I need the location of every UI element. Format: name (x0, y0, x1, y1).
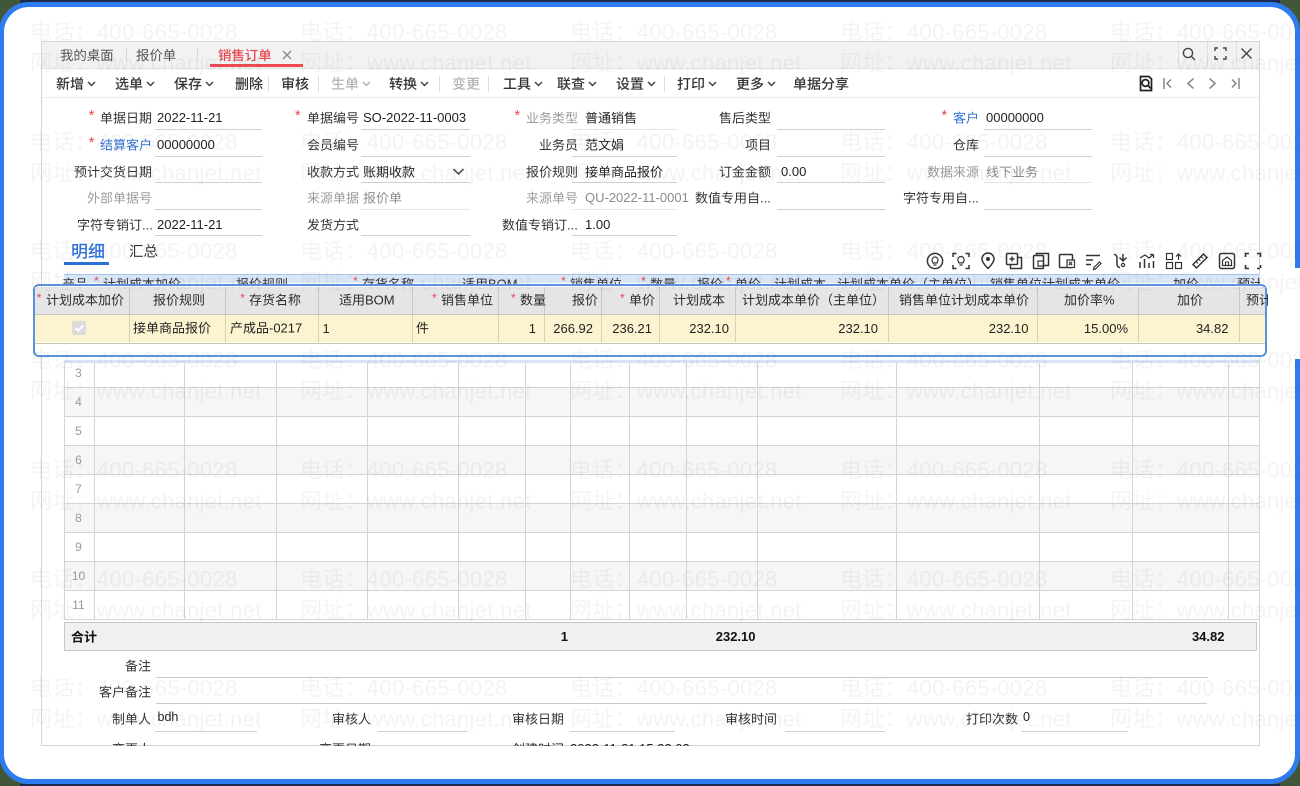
svg-text:www.chanjet.net: www.chanjet.net (1176, 51, 1300, 76)
svg-text:www.chanjet.net: www.chanjet.net (906, 51, 1072, 76)
svg-text:400-665-0028: 400-665-0028 (907, 129, 1048, 154)
svg-text:-0217: -0217 (269, 321, 302, 336)
svg-text:...: ... (142, 217, 153, 232)
svg-text:www.chanjet.net: www.chanjet.net (96, 597, 262, 622)
svg-text:400-665-0028: 400-665-0028 (367, 457, 508, 482)
svg-text:www.chanjet.net: www.chanjet.net (636, 269, 802, 294)
svg-text:400-665-0028: 400-665-0028 (907, 348, 1048, 373)
svg-text:400-665-0028: 400-665-0028 (637, 129, 778, 154)
svg-text:www.chanjet.net: www.chanjet.net (1176, 488, 1300, 513)
svg-text:www.chanjet.net: www.chanjet.net (96, 379, 262, 404)
svg-text:400-665-0028: 400-665-0028 (637, 566, 778, 591)
svg-text:400-665-0028: 400-665-0028 (1177, 457, 1300, 482)
svg-text:www.chanjet.net: www.chanjet.net (906, 379, 1072, 404)
svg-text:www.chanjet.net: www.chanjet.net (96, 269, 262, 294)
svg-text:www.chanjet.net: www.chanjet.net (1176, 597, 1300, 622)
svg-text:400-665-0028: 400-665-0028 (97, 457, 238, 482)
svg-text:www.chanjet.net: www.chanjet.net (906, 706, 1072, 731)
svg-text:www.chanjet.net: www.chanjet.net (1176, 269, 1300, 294)
svg-text:400-665-0028: 400-665-0028 (97, 348, 238, 373)
svg-text:400-665-0028: 400-665-0028 (637, 348, 778, 373)
svg-text:400-665-0028: 400-665-0028 (367, 348, 508, 373)
svg-text:400-665-0028: 400-665-0028 (907, 675, 1048, 700)
svg-text:400-665-0028: 400-665-0028 (1177, 566, 1300, 591)
svg-text:www.chanjet.net: www.chanjet.net (636, 488, 802, 513)
svg-text:400-665-0028: 400-665-0028 (637, 20, 778, 45)
svg-text:www.chanjet.net: www.chanjet.net (636, 597, 802, 622)
svg-text:www.chanjet.net: www.chanjet.net (636, 379, 802, 404)
svg-text:400-665-0028: 400-665-0028 (907, 457, 1048, 482)
svg-text:www.chanjet.net: www.chanjet.net (96, 706, 262, 731)
svg-text:400-665-0028: 400-665-0028 (367, 566, 508, 591)
svg-text:www.chanjet.net: www.chanjet.net (366, 706, 532, 731)
svg-text:www.chanjet.net: www.chanjet.net (366, 51, 532, 76)
svg-text:www.chanjet.net: www.chanjet.net (366, 379, 532, 404)
svg-text:400-665-0028: 400-665-0028 (97, 566, 238, 591)
svg-text:www.chanjet.net: www.chanjet.net (96, 488, 262, 513)
svg-text:www.chanjet.net: www.chanjet.net (906, 269, 1072, 294)
svg-text:www.chanjet.net: www.chanjet.net (906, 488, 1072, 513)
svg-text:www.chanjet.net: www.chanjet.net (906, 597, 1072, 622)
svg-text:400-665-0028: 400-665-0028 (907, 566, 1048, 591)
svg-text:www.chanjet.net: www.chanjet.net (636, 51, 802, 76)
svg-text:...: ... (567, 217, 578, 232)
svg-text:400-665-0028: 400-665-0028 (1177, 675, 1300, 700)
svg-text:400-665-0028: 400-665-0028 (97, 129, 238, 154)
svg-text:400-665-0028: 400-665-0028 (637, 457, 778, 482)
svg-text:400-665-0028: 400-665-0028 (367, 238, 508, 263)
svg-text:400-665-0028: 400-665-0028 (367, 20, 508, 45)
svg-text:400-665-0028: 400-665-0028 (637, 675, 778, 700)
svg-text:www.chanjet.net: www.chanjet.net (366, 160, 532, 185)
svg-text:www.chanjet.net: www.chanjet.net (636, 706, 802, 731)
svg-text:www.chanjet.net: www.chanjet.net (366, 269, 532, 294)
svg-text:400-665-0028: 400-665-0028 (1177, 348, 1300, 373)
svg-text:400-665-0028: 400-665-0028 (97, 20, 238, 45)
svg-text:400-665-0028: 400-665-0028 (907, 238, 1048, 263)
svg-text:400-665-0028: 400-665-0028 (367, 675, 508, 700)
svg-text:www.chanjet.net: www.chanjet.net (1176, 160, 1300, 185)
svg-text:www.chanjet.net: www.chanjet.net (906, 160, 1072, 185)
svg-text:400-665-0028: 400-665-0028 (907, 20, 1048, 45)
svg-text:400-665-0028: 400-665-0028 (1177, 20, 1300, 45)
svg-text:www.chanjet.net: www.chanjet.net (1176, 379, 1300, 404)
svg-text:www.chanjet.net: www.chanjet.net (366, 597, 532, 622)
svg-text:400-665-0028: 400-665-0028 (97, 238, 238, 263)
svg-text:400-665-0028: 400-665-0028 (1177, 129, 1300, 154)
svg-text:400-665-0028: 400-665-0028 (367, 129, 508, 154)
svg-text:www.chanjet.net: www.chanjet.net (1176, 706, 1300, 731)
svg-text:400-665-0028: 400-665-0028 (97, 675, 238, 700)
svg-text:400-665-0028: 400-665-0028 (1177, 238, 1300, 263)
svg-text:www.chanjet.net: www.chanjet.net (96, 160, 262, 185)
svg-text:www.chanjet.net: www.chanjet.net (636, 160, 802, 185)
svg-text:www.chanjet.net: www.chanjet.net (366, 488, 532, 513)
svg-text:www.chanjet.net: www.chanjet.net (96, 51, 262, 76)
svg-text:400-665-0028: 400-665-0028 (637, 238, 778, 263)
